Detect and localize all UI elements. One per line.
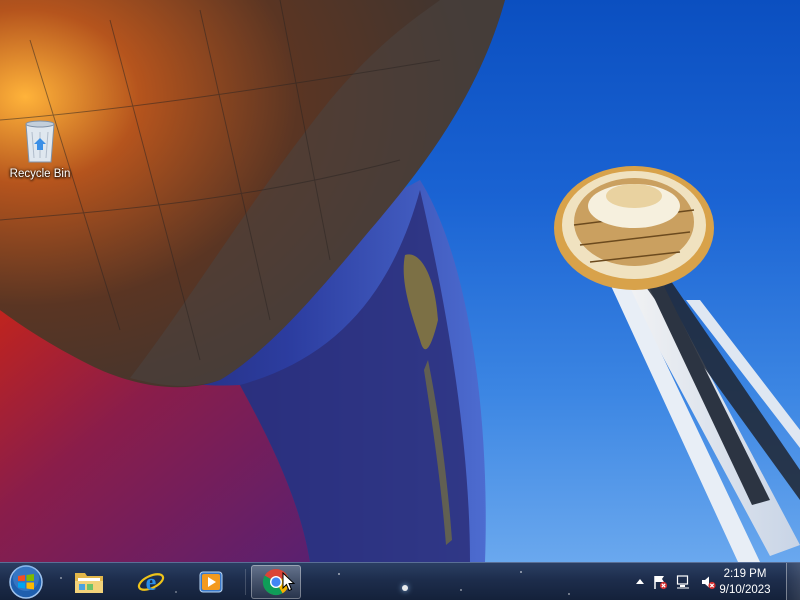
network-disconnected-icon[interactable]	[676, 574, 692, 590]
taskbar-internet-explorer[interactable]: e	[126, 565, 176, 599]
internet-explorer-icon: e	[137, 570, 165, 596]
action-center-flag-icon[interactable]	[652, 574, 668, 590]
windows-start-orb-icon	[9, 565, 43, 599]
clock-date: 9/10/2023	[719, 584, 771, 596]
taskbar: e 2:19 PM 9/10/2023	[0, 562, 800, 600]
recycle-bin-icon	[25, 120, 55, 163]
svg-text:e: e	[146, 570, 157, 596]
recycle-bin-label: Recycle Bin	[9, 168, 71, 180]
start-button[interactable]	[2, 565, 50, 599]
wallpaper-seattle-space-needle	[0, 0, 800, 562]
media-player-icon	[199, 571, 223, 593]
desktop[interactable]: Recycle Bin	[0, 0, 800, 562]
show-hidden-icons-chevron[interactable]	[632, 574, 648, 590]
clock-time: 2:19 PM	[723, 568, 767, 580]
mouse-pointer-icon	[282, 572, 296, 592]
show-desktop-button[interactable]	[786, 563, 800, 600]
desktop-icon-recycle-bin[interactable]: Recycle Bin	[4, 118, 76, 180]
taskbar-separator	[245, 569, 246, 595]
taskbar-media-player[interactable]	[186, 565, 236, 599]
system-tray: 2:19 PM 9/10/2023	[610, 563, 800, 600]
taskbar-clock[interactable]: 2:19 PM 9/10/2023	[710, 566, 780, 598]
taskbar-windows-explorer[interactable]	[64, 565, 114, 599]
folder-icon	[75, 573, 103, 593]
